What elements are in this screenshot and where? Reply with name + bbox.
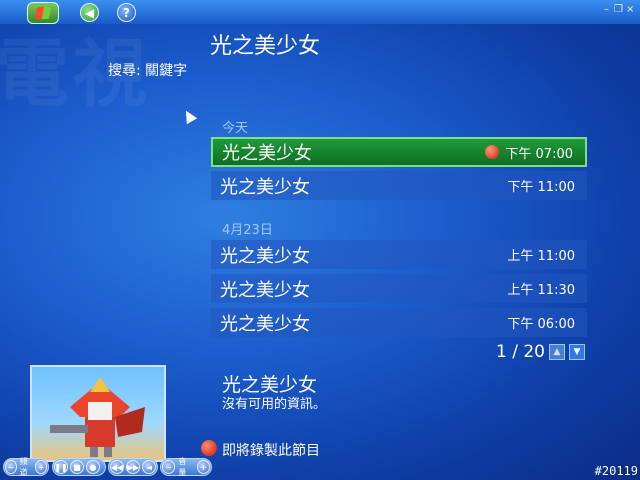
record-button[interactable]: ● bbox=[86, 460, 100, 474]
search-label: 搜尋: 關鍵字 bbox=[108, 63, 188, 79]
volume-down-button[interactable]: − bbox=[162, 460, 176, 474]
frame-counter: #20119 bbox=[594, 464, 638, 478]
details-description: 沒有可用的資訊。 bbox=[222, 397, 327, 412]
page-down-button[interactable]: ▼ bbox=[568, 344, 585, 360]
channel-control: − 頻道 + bbox=[3, 457, 49, 477]
program-row[interactable]: 光之美少女 下午 07:00 bbox=[211, 137, 587, 167]
program-name: 光之美少女 bbox=[220, 245, 310, 267]
pager: 1 / 20 ▲ ▼ bbox=[496, 342, 585, 362]
close-button[interactable]: × bbox=[626, 4, 634, 15]
stop-icon: ■ bbox=[73, 462, 81, 472]
mouse-cursor-icon bbox=[180, 107, 198, 125]
program-time: 下午 06:00 bbox=[507, 317, 575, 332]
live-tv-preview[interactable] bbox=[30, 365, 166, 462]
date-header-today: 今天 bbox=[222, 121, 249, 136]
program-row[interactable]: 光之美少女 上午 11:00 bbox=[211, 240, 587, 269]
date-header-apr23: 4月23日 bbox=[222, 223, 273, 238]
chevron-down-icon: ▼ bbox=[573, 347, 581, 357]
rewind-button[interactable]: ◀◀ bbox=[110, 460, 124, 474]
volume-control: − 音量 + bbox=[160, 457, 212, 477]
seek-control: ◀◀ ▶▶ ◄ bbox=[108, 458, 158, 476]
channel-down-button[interactable]: − bbox=[5, 460, 17, 474]
pause-button[interactable]: ❚❚ bbox=[54, 460, 68, 474]
restore-button[interactable]: ❐ bbox=[614, 4, 623, 15]
page-up-button[interactable]: ▲ bbox=[548, 344, 565, 360]
program-name: 光之美少女 bbox=[220, 279, 310, 301]
record-icon: ● bbox=[89, 462, 97, 472]
volume-label: 音量 bbox=[178, 457, 187, 477]
chevron-up-icon: ▲ bbox=[553, 347, 561, 357]
record-status-label[interactable]: 即將錄製此節目 bbox=[222, 440, 320, 460]
stop-button[interactable]: ■ bbox=[70, 460, 84, 474]
program-time: 上午 11:30 bbox=[507, 283, 575, 298]
program-name: 光之美少女 bbox=[220, 313, 310, 335]
mute-button[interactable]: ◄ bbox=[142, 460, 156, 474]
channel-up-button[interactable]: + bbox=[35, 460, 47, 474]
program-time: 下午 11:00 bbox=[507, 180, 575, 195]
program-time: 下午 07:00 bbox=[505, 146, 573, 162]
page-title: 光之美少女 bbox=[210, 34, 321, 59]
channel-label: 頻道 bbox=[19, 457, 28, 477]
rewind-icon: ◀◀ bbox=[110, 462, 124, 472]
fast-forward-button[interactable]: ▶▶ bbox=[126, 460, 140, 474]
transport-controls: − 頻道 + ❚❚ ■ ● ◀◀ ▶▶ ◄ − 音量 + bbox=[0, 457, 214, 478]
volume-up-button[interactable]: + bbox=[196, 460, 211, 474]
pause-icon: ❚❚ bbox=[54, 462, 68, 472]
program-name: 光之美少女 bbox=[220, 176, 310, 198]
speaker-icon: ◄ bbox=[145, 462, 153, 472]
robot-image bbox=[50, 377, 145, 457]
record-icon bbox=[485, 145, 500, 159]
playback-control: ❚❚ ■ ● bbox=[52, 458, 106, 476]
program-name: 光之美少女 bbox=[222, 143, 312, 164]
minimize-button[interactable]: – bbox=[604, 4, 609, 15]
program-time: 上午 11:00 bbox=[507, 249, 575, 264]
record-icon bbox=[201, 440, 217, 456]
program-row[interactable]: 光之美少女 下午 11:00 bbox=[211, 171, 587, 200]
fast-forward-icon: ▶▶ bbox=[126, 462, 140, 472]
program-time-wrap: 下午 07:00 bbox=[485, 143, 573, 162]
page-counter: 1 / 20 bbox=[496, 342, 545, 362]
program-row[interactable]: 光之美少女 上午 11:30 bbox=[211, 274, 587, 303]
program-row[interactable]: 光之美少女 下午 06:00 bbox=[211, 308, 587, 337]
